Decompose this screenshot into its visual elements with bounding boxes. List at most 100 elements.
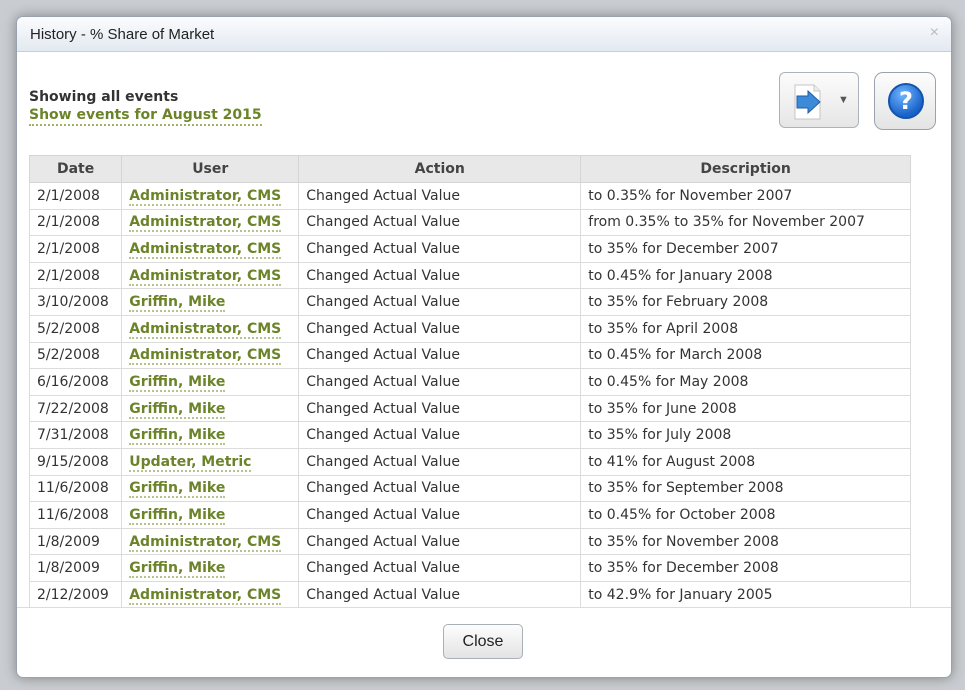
cell-date: 2/1/2008 [29, 261, 123, 290]
cell-user: Updater, Metric [121, 447, 300, 476]
table-row: 11/6/2008 Griffin, Mike Changed Actual Val… [29, 474, 911, 503]
cell-action: Changed Actual Value [298, 580, 582, 607]
cell-date: 6/16/2008 [29, 368, 123, 396]
cell-user: Administrator, CMS [121, 527, 300, 556]
user-link[interactable]: Administrator, CMS [129, 240, 282, 259]
user-link[interactable]: Griffin, Mike [129, 560, 226, 579]
history-table: Date User Action Description 2/1/2008 Adm… [29, 155, 911, 607]
cell-user: Griffin, Mike [121, 474, 300, 503]
user-link[interactable]: Griffin, Mike [129, 427, 226, 446]
cell-user: Griffin, Mike [121, 421, 300, 449]
cell-date: 2/1/2008 [29, 208, 123, 237]
cell-date: 1/8/2009 [29, 527, 123, 556]
cell-description: to 35% for December 2008 [580, 554, 911, 582]
table-row: 7/31/2008 Griffin, Mike Changed Actual Val… [29, 421, 911, 449]
cell-description: to 35% for February 2008 [580, 288, 911, 316]
cell-date: 1/8/2009 [29, 554, 123, 582]
user-link[interactable]: Administrator, CMS [129, 347, 282, 366]
user-link[interactable]: Administrator, CMS [129, 214, 282, 233]
user-link[interactable]: Administrator, CMS [129, 533, 282, 552]
help-button[interactable]: ? [874, 72, 936, 130]
cell-description: to 35% for November 2008 [580, 527, 911, 556]
cell-action: Changed Actual Value [298, 182, 582, 210]
cell-description: to 41% for August 2008 [580, 447, 911, 476]
cell-date: 5/2/2008 [29, 341, 123, 370]
table-row: 1/8/2009 Administrator, CMS Changed Actual… [29, 527, 911, 556]
table-row: 2/12/2009 Administrator, CMS Changed Actua… [29, 580, 911, 607]
cell-description: to 0.35% for November 2007 [580, 182, 911, 210]
user-link[interactable]: Administrator, CMS [129, 320, 282, 339]
cell-user: Griffin, Mike [121, 288, 300, 316]
cell-description: to 0.45% for October 2008 [580, 501, 911, 529]
cell-date: 5/2/2008 [29, 314, 123, 343]
cell-date: 2/12/2009 [29, 580, 123, 607]
user-link[interactable]: Griffin, Mike [129, 506, 226, 525]
user-link[interactable]: Updater, Metric [129, 453, 252, 472]
cell-date: 11/6/2008 [29, 474, 123, 503]
cell-action: Changed Actual Value [298, 314, 582, 343]
table-row: 11/6/2008 Griffin, Mike Changed Actual Val… [29, 501, 911, 529]
cell-action: Changed Actual Value [298, 341, 582, 370]
user-link[interactable]: Griffin, Mike [129, 400, 226, 419]
column-header-action[interactable]: Action [298, 155, 582, 183]
close-icon[interactable]: × [930, 24, 939, 42]
cell-action: Changed Actual Value [298, 261, 582, 290]
cell-description: to 42.9% for January 2005 [580, 580, 911, 607]
cell-description: to 0.45% for January 2008 [580, 261, 911, 290]
cell-user: Administrator, CMS [121, 182, 300, 210]
close-button[interactable]: Close [443, 624, 523, 659]
table-row: 5/2/2008 Administrator, CMS Changed Actual… [29, 314, 911, 343]
show-month-events-link[interactable]: Show events for August 2015 [29, 107, 262, 126]
table-row: 2/1/2008 Administrator, CMS Changed Actual… [29, 235, 911, 263]
table-row: 1/8/2009 Griffin, Mike Changed Actual Valu… [29, 554, 911, 582]
column-header-description[interactable]: Description [580, 155, 911, 183]
column-header-date[interactable]: Date [29, 155, 123, 183]
cell-date: 3/10/2008 [29, 288, 123, 316]
cell-description: to 35% for September 2008 [580, 474, 911, 503]
cell-action: Changed Actual Value [298, 501, 582, 529]
table-header-row: Date User Action Description [29, 155, 911, 183]
column-header-user[interactable]: User [121, 155, 300, 183]
cell-action: Changed Actual Value [298, 208, 582, 237]
table-row: 3/10/2008 Griffin, Mike Changed Actual Val… [29, 288, 911, 316]
cell-description: to 35% for April 2008 [580, 314, 911, 343]
cell-date: 2/1/2008 [29, 235, 123, 263]
table-row: 7/22/2008 Griffin, Mike Changed Actual Val… [29, 394, 911, 423]
export-button[interactable]: ▼ [779, 72, 859, 128]
events-subheading: Showing all events [29, 89, 179, 105]
cell-date: 2/1/2008 [29, 182, 123, 210]
cell-action: Changed Actual Value [298, 288, 582, 316]
user-link[interactable]: Griffin, Mike [129, 373, 226, 392]
history-table-container[interactable]: Date User Action Description 2/1/2008 Adm… [29, 155, 913, 607]
cell-action: Changed Actual Value [298, 235, 582, 263]
table-row: 2/1/2008 Administrator, CMS Changed Actual… [29, 182, 911, 210]
user-link[interactable]: Administrator, CMS [129, 267, 282, 286]
table-row: 2/1/2008 Administrator, CMS Changed Actual… [29, 208, 911, 237]
history-dialog: History - % Share of Market × Showing al… [16, 16, 952, 678]
cell-action: Changed Actual Value [298, 447, 582, 476]
user-link[interactable]: Administrator, CMS [129, 586, 282, 605]
cell-description: from 0.35% to 35% for November 2007 [580, 208, 911, 237]
user-link[interactable]: Griffin, Mike [129, 294, 226, 313]
cell-user: Administrator, CMS [121, 235, 300, 263]
dialog-titlebar: History - % Share of Market × [17, 17, 951, 52]
cell-user: Griffin, Mike [121, 554, 300, 582]
user-link[interactable]: Administrator, CMS [129, 187, 282, 206]
dialog-title: History - % Share of Market [30, 26, 215, 43]
cell-date: 7/22/2008 [29, 394, 123, 423]
cell-date: 9/15/2008 [29, 447, 123, 476]
table-row: 6/16/2008 Griffin, Mike Changed Actual Val… [29, 368, 911, 396]
dialog-footer: Close [17, 607, 951, 677]
cell-description: to 35% for December 2007 [580, 235, 911, 263]
table-row: 5/2/2008 Administrator, CMS Changed Actual… [29, 341, 911, 370]
table-row: 2/1/2008 Administrator, CMS Changed Actual… [29, 261, 911, 290]
cell-action: Changed Actual Value [298, 368, 582, 396]
chevron-down-icon: ▼ [838, 94, 849, 106]
user-link[interactable]: Griffin, Mike [129, 480, 226, 499]
help-icon: ? [888, 83, 924, 119]
cell-user: Administrator, CMS [121, 261, 300, 290]
cell-action: Changed Actual Value [298, 394, 582, 423]
cell-user: Administrator, CMS [121, 341, 300, 370]
table-row: 9/15/2008 Updater, Metric Changed Actual V… [29, 447, 911, 476]
cell-action: Changed Actual Value [298, 421, 582, 449]
